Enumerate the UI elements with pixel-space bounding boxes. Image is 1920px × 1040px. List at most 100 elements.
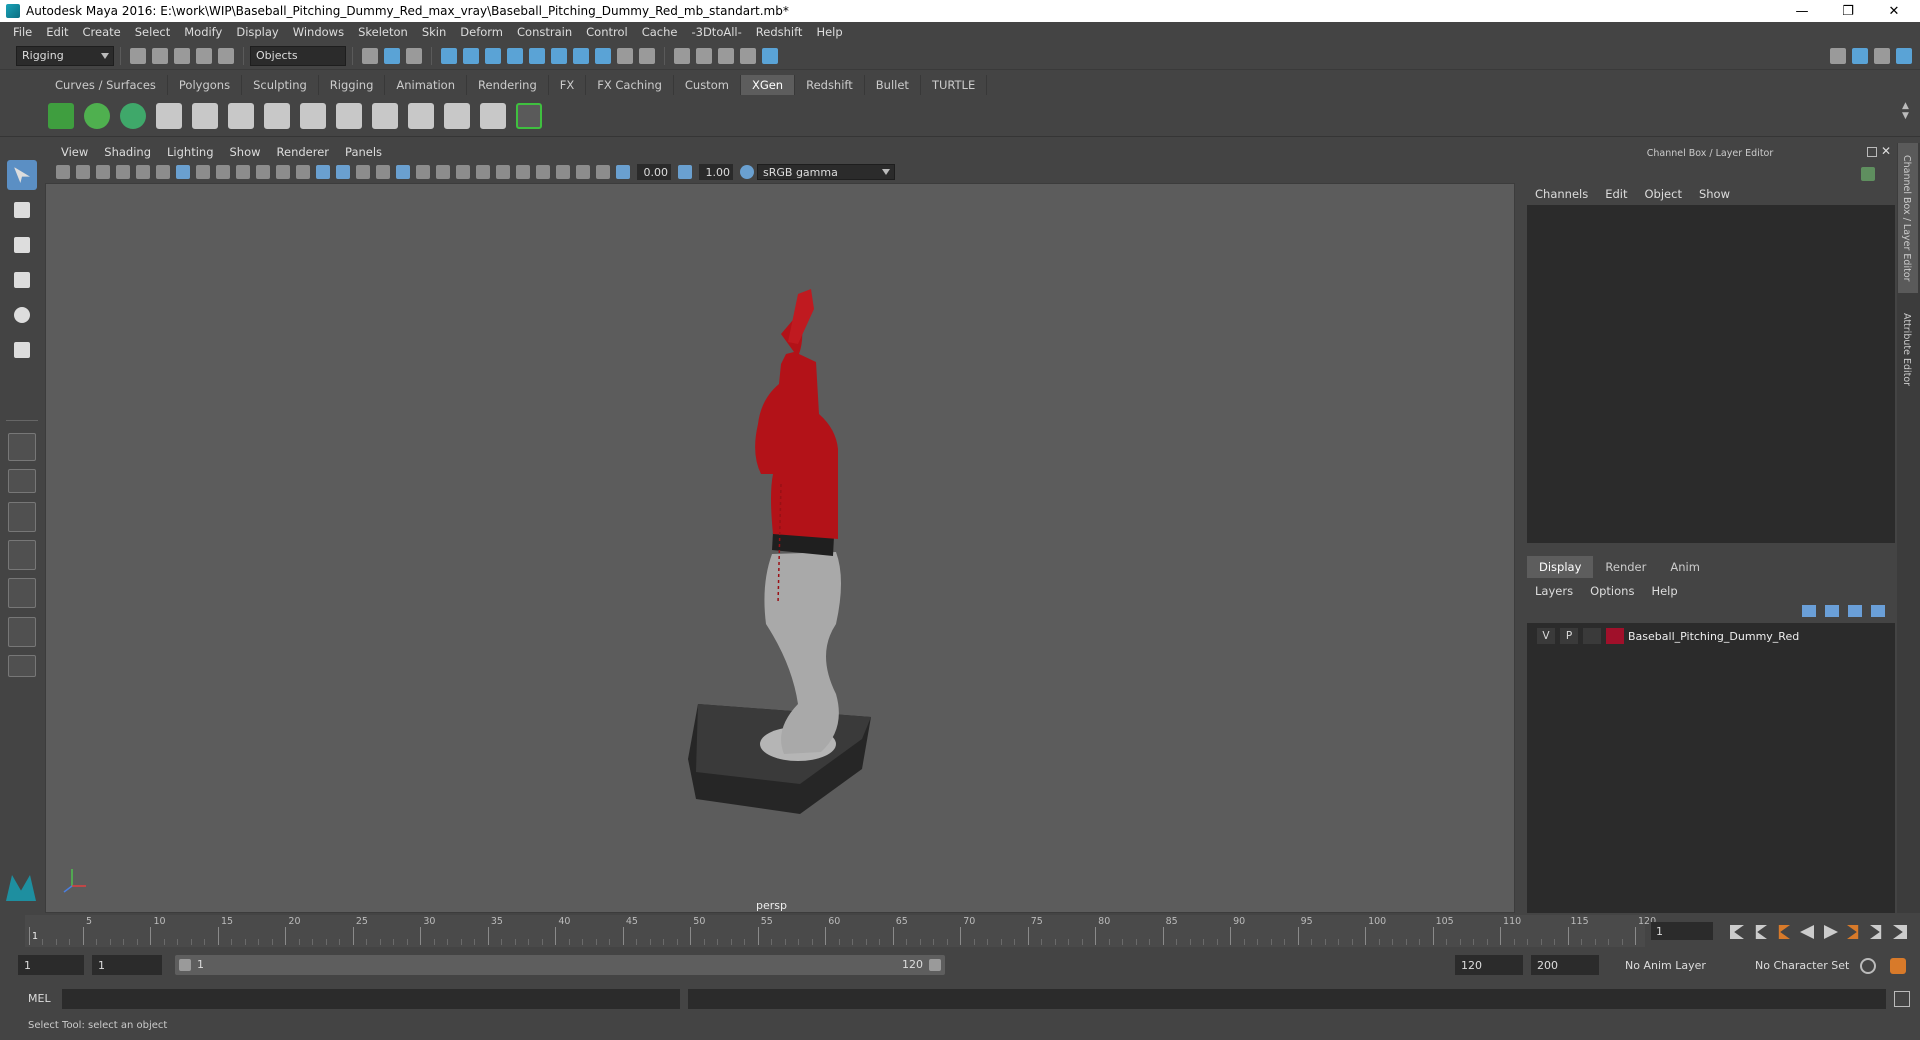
command-language-label[interactable]: MEL	[28, 992, 51, 1005]
lock-guides-icon[interactable]	[300, 102, 326, 129]
menu-constrain[interactable]: Constrain	[510, 25, 579, 39]
outliner-persp-layout-icon[interactable]	[8, 617, 36, 647]
screen-space-ao-icon[interactable]	[456, 165, 470, 179]
toggle-guides-icon[interactable]	[516, 102, 542, 129]
xgen-description-icon[interactable]	[120, 102, 146, 129]
side-tab-channel-box[interactable]: Channel Box / Layer Editor	[1901, 155, 1912, 282]
step-back-frame-icon[interactable]	[1778, 925, 1790, 939]
bend-guides-icon[interactable]	[408, 102, 434, 129]
menu-modify[interactable]: Modify	[177, 25, 229, 39]
command-input[interactable]	[62, 989, 680, 1009]
ipr-render-icon[interactable]	[718, 47, 734, 64]
gamma-icon[interactable]	[678, 165, 692, 179]
wireframe-on-shaded-icon[interactable]	[356, 165, 370, 179]
move-guides-icon[interactable]	[192, 102, 218, 129]
snap-view-plane-icon[interactable]	[507, 47, 523, 64]
depth-of-field-icon[interactable]	[516, 165, 530, 179]
move-tool-icon[interactable]	[7, 265, 37, 295]
four-view-layout-icon[interactable]	[8, 469, 36, 493]
single-perspective-view-icon[interactable]	[8, 433, 36, 461]
menu-skin[interactable]: Skin	[415, 25, 453, 39]
animation-end-field[interactable]: 200	[1531, 955, 1599, 975]
menuset-dropdown[interactable]: Rigging	[16, 45, 114, 66]
show-menu[interactable]: Show	[1699, 187, 1730, 201]
move-layer-up-icon[interactable]	[1802, 605, 1816, 617]
select-camera-icon[interactable]	[56, 165, 70, 179]
sculpt-guides-icon[interactable]	[264, 102, 290, 129]
undo-icon[interactable]	[196, 47, 212, 64]
snap-grid-icon[interactable]	[441, 47, 457, 64]
edit-menu[interactable]: Edit	[1605, 187, 1627, 201]
place-guides-icon[interactable]	[156, 102, 182, 129]
snap-surface-icon[interactable]	[551, 47, 567, 64]
tab-fx[interactable]: FX	[549, 75, 587, 95]
xgen-editor-icon[interactable]	[48, 102, 74, 129]
color-management-icon[interactable]	[740, 165, 754, 179]
2d-pan-zoom-icon[interactable]	[136, 165, 150, 179]
tab-turtle[interactable]: TURTLE	[921, 75, 988, 95]
current-frame-field[interactable]: 1	[1651, 922, 1713, 940]
menu-3dtoall[interactable]: -3DtoAll-	[684, 25, 748, 39]
close-icon[interactable]: ✕	[1872, 0, 1916, 22]
exposure-icon[interactable]	[616, 165, 630, 179]
safe-title-icon[interactable]	[296, 165, 310, 179]
channels-menu[interactable]: Channels	[1535, 187, 1588, 201]
viewport-menu-shading[interactable]: Shading	[96, 145, 159, 159]
camera-attributes-icon[interactable]	[76, 165, 90, 179]
tab-polygons[interactable]: Polygons	[168, 75, 243, 95]
minimize-icon[interactable]: —	[1780, 0, 1824, 22]
redo-icon[interactable]	[218, 47, 234, 64]
layer-visibility-toggle[interactable]: V	[1537, 628, 1555, 644]
xgen-preview-icon[interactable]	[84, 102, 110, 129]
lasso-tool-icon[interactable]	[7, 195, 37, 225]
go-to-start-icon[interactable]	[1730, 925, 1744, 939]
menu-file[interactable]: File	[6, 25, 39, 39]
menu-control[interactable]: Control	[579, 25, 635, 39]
snap-question-icon[interactable]	[595, 47, 611, 64]
menu-redshift[interactable]: Redshift	[749, 25, 810, 39]
side-tab-attribute-editor[interactable]: Attribute Editor	[1901, 313, 1912, 386]
tab-animation[interactable]: Animation	[385, 75, 468, 95]
range-end-handle[interactable]	[929, 959, 941, 971]
layer-display-type[interactable]	[1583, 628, 1601, 644]
new-layer-selected-icon[interactable]	[1871, 605, 1885, 617]
snap-edge-icon[interactable]	[573, 47, 589, 64]
paint-select-tool-icon[interactable]	[7, 230, 37, 260]
viewport-menu-panels[interactable]: Panels	[337, 145, 390, 159]
channel-settings-icon[interactable]	[1861, 167, 1875, 181]
shelf-scroll-icon[interactable]: ▲ ▼	[1902, 101, 1912, 131]
isolate-select-icon[interactable]	[536, 165, 550, 179]
range-start-handle[interactable]	[179, 959, 191, 971]
step-forward-key-icon[interactable]	[1870, 925, 1882, 939]
scale-tool-icon[interactable]	[7, 335, 37, 365]
rebuild-guides-icon[interactable]	[336, 102, 362, 129]
restore-icon[interactable]: ❐	[1826, 0, 1870, 22]
bookmark-icon[interactable]	[96, 165, 110, 179]
menu-edit[interactable]: Edit	[39, 25, 75, 39]
wireframe-icon[interactable]	[316, 165, 330, 179]
viewport-menu-renderer[interactable]: Renderer	[269, 145, 338, 159]
step-forward-frame-icon[interactable]	[1847, 925, 1859, 939]
xray-icon[interactable]	[376, 165, 390, 179]
help-menu[interactable]: Help	[1651, 584, 1677, 598]
snap-curve-icon[interactable]	[463, 47, 479, 64]
scale-guides-icon[interactable]	[444, 102, 470, 129]
select-object-icon[interactable]	[384, 47, 400, 64]
auto-key-icon[interactable]	[1860, 958, 1876, 974]
smooth-shade-icon[interactable]	[336, 165, 350, 179]
menu-select[interactable]: Select	[128, 25, 177, 39]
add-guide-icon[interactable]	[228, 102, 254, 129]
layers-menu[interactable]: Layers	[1535, 584, 1573, 598]
selection-mask-dropdown[interactable]: Objects	[250, 45, 346, 66]
go-to-end-icon[interactable]	[1893, 925, 1907, 939]
render-frame-icon[interactable]	[696, 47, 712, 64]
soft-select-icon[interactable]	[639, 47, 655, 64]
menu-deform[interactable]: Deform	[453, 25, 510, 39]
film-gate-icon[interactable]	[196, 165, 210, 179]
menu-help[interactable]: Help	[809, 25, 849, 39]
tab-display[interactable]: Display	[1527, 556, 1594, 578]
select-tool-icon[interactable]	[7, 160, 37, 190]
field-chart-icon[interactable]	[256, 165, 270, 179]
viewport-menu-lighting[interactable]: Lighting	[159, 145, 221, 159]
tab-bullet[interactable]: Bullet	[865, 75, 921, 95]
